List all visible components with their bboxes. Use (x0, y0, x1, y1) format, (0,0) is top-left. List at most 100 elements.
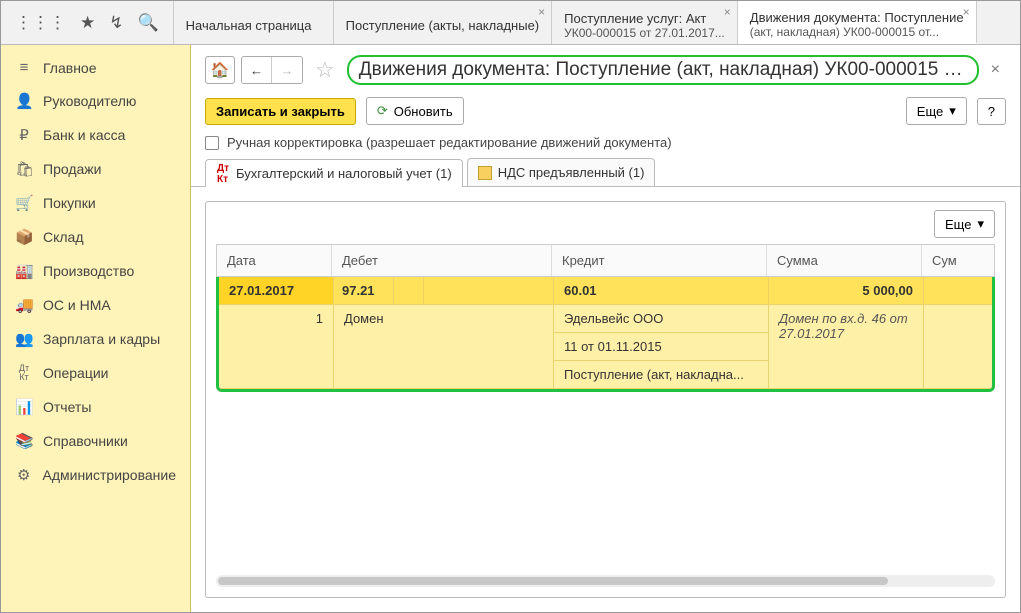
sidebar-item-label: Администрирование (43, 467, 177, 483)
save-close-button[interactable]: Записать и закрыть (205, 98, 356, 125)
scrollbar-thumb[interactable] (218, 577, 888, 585)
col-credit[interactable]: Кредит (552, 245, 767, 276)
cell-date: 27.01.2017 (219, 277, 334, 305)
credit-line3: Поступление (акт, накладна... (554, 361, 768, 388)
forward-button[interactable]: → (272, 57, 302, 83)
tab-label: Начальная страница (186, 18, 321, 34)
bag-icon: 🛍 (15, 160, 33, 178)
tab-sublabel: (акт, накладная) УК00-000015 от... (750, 25, 964, 39)
sidebar-item-label: Зарплата и кадры (43, 331, 160, 347)
cell-credit-desc: Эдельвейс ООО 11 от 01.11.2015 Поступлен… (554, 305, 769, 389)
sidebar-item-bank[interactable]: ₽ Банк и касса (1, 118, 190, 152)
help-button[interactable]: ? (977, 98, 1006, 125)
close-icon[interactable]: × (724, 5, 731, 19)
sidebar-item-label: Банк и касса (43, 127, 125, 143)
col-debet[interactable]: Дебет (332, 245, 552, 276)
people-icon: 👥 (15, 330, 33, 348)
tab-receipts[interactable]: Поступление (акты, накладные) × (334, 1, 552, 44)
sidebar-item-manager[interactable]: 👤 Руководителю (1, 84, 190, 118)
sidebar-item-label: Операции (43, 365, 109, 381)
cell-row-number: 1 (219, 305, 334, 389)
close-icon[interactable]: × (985, 61, 1006, 79)
sidebar-item-label: Руководителю (43, 93, 136, 109)
tab-label: Поступление (акты, накладные) (346, 18, 539, 34)
favorite-star-icon[interactable]: ★ (80, 13, 95, 33)
more-button[interactable]: Еще (906, 97, 967, 125)
refresh-button[interactable]: ⟳ Обновить (366, 97, 464, 125)
subtab-vat[interactable]: НДС предъявленный (1) (467, 158, 656, 186)
tab-label: Поступление услуг: Акт (564, 11, 725, 27)
sidebar-item-admin[interactable]: ⚙ Администрирование (1, 458, 190, 492)
sidebar-item-label: Главное (43, 60, 97, 76)
sidebar: ≡ Главное 👤 Руководителю ₽ Банк и касса … (1, 45, 191, 612)
factory-icon: 🏭 (15, 262, 33, 280)
tab-receipt-act[interactable]: Поступление услуг: Акт УК00-000015 от 27… (552, 1, 738, 44)
close-icon[interactable]: × (538, 5, 545, 19)
sidebar-item-label: Склад (43, 229, 84, 245)
table-row[interactable]: 27.01.2017 97.21 60.01 5 000,00 (219, 277, 992, 305)
horizontal-scrollbar[interactable] (216, 575, 995, 587)
sidebar-item-sales[interactable]: 🛍 Продажи (1, 152, 190, 186)
subtab-label: НДС предъявленный (1) (498, 165, 645, 180)
refresh-icon: ⟳ (377, 103, 388, 119)
menu-icon: ≡ (15, 59, 33, 76)
sidebar-item-production[interactable]: 🏭 Производство (1, 254, 190, 288)
sidebar-item-label: ОС и НМА (43, 297, 111, 313)
sidebar-item-label: Производство (43, 263, 134, 279)
chart-icon: 📊 (15, 398, 33, 416)
sidebar-item-label: Отчеты (43, 399, 91, 415)
grid-header: Дата Дебет Кредит Сумма Сум (216, 244, 995, 277)
credit-line2: 11 от 01.11.2015 (554, 333, 768, 361)
sidebar-item-purchases[interactable]: 🛒 Покупки (1, 186, 190, 220)
vat-icon (478, 166, 492, 180)
cell-credit-account: 60.01 (554, 277, 769, 305)
cart-icon: 🛒 (15, 194, 33, 212)
ruble-icon: ₽ (15, 126, 33, 144)
sidebar-item-directories[interactable]: 📚 Справочники (1, 424, 190, 458)
manual-correction-label: Ручная корректировка (разрешает редактир… (227, 135, 672, 150)
col-date[interactable]: Дата (217, 245, 332, 276)
close-icon[interactable]: × (963, 5, 970, 19)
grid-more-button[interactable]: Еще (934, 210, 995, 238)
books-icon: 📚 (15, 432, 33, 450)
cell-sum-desc: Домен по вх.д. 46 от 27.01.2017 (769, 305, 924, 389)
col-sum2[interactable]: Сум (922, 245, 994, 276)
manual-correction-checkbox[interactable] (205, 136, 219, 150)
back-button[interactable]: ← (242, 57, 272, 83)
tab-sublabel: УК00-000015 от 27.01.2017... (564, 26, 725, 40)
sidebar-item-main[interactable]: ≡ Главное (1, 51, 190, 84)
sidebar-item-salary[interactable]: 👥 Зарплата и кадры (1, 322, 190, 356)
search-icon[interactable]: 🔍 (138, 13, 159, 33)
sidebar-item-label: Покупки (43, 195, 96, 211)
subtab-accounting[interactable]: ДтКт Бухгалтерский и налоговый учет (1) (205, 159, 463, 187)
credit-line1: Эдельвейс ООО (554, 305, 768, 333)
tab-movements[interactable]: Движения документа: Поступление (акт, на… (738, 1, 977, 44)
tab-label: Движения документа: Поступление (750, 10, 964, 26)
link-icon[interactable]: ↯ (109, 13, 123, 33)
grid-body: 27.01.2017 97.21 60.01 5 000,00 (216, 277, 995, 392)
subtab-label: Бухгалтерский и налоговый учет (1) (236, 166, 452, 181)
sidebar-item-operations[interactable]: ДтКт Операции (1, 356, 190, 390)
sidebar-item-reports[interactable]: 📊 Отчеты (1, 390, 190, 424)
apps-icon[interactable]: ⋮⋮⋮ (15, 13, 66, 33)
cell-debet-account: 97.21 (334, 277, 394, 304)
col-sum[interactable]: Сумма (767, 245, 922, 276)
sidebar-item-warehouse[interactable]: 📦 Склад (1, 220, 190, 254)
refresh-label: Обновить (394, 104, 453, 119)
user-icon: 👤 (15, 92, 33, 110)
home-button[interactable]: 🏠 (205, 56, 235, 84)
cell-debet-desc: Домен (334, 305, 554, 389)
tab-home[interactable]: Начальная страница (174, 1, 334, 44)
sidebar-item-os-nma[interactable]: 🚚 ОС и НМА (1, 288, 190, 322)
dtkt-icon: ДтКт (15, 364, 33, 382)
cell-sum: 5 000,00 (769, 277, 924, 305)
sidebar-item-label: Справочники (43, 433, 128, 449)
gear-icon: ⚙ (15, 466, 33, 484)
box-icon: 📦 (15, 228, 33, 246)
table-row[interactable]: 1 Домен Эдельвейс ООО 11 от 01.11.2015 П… (219, 305, 992, 389)
favorite-toggle-icon[interactable]: ☆ (315, 57, 335, 83)
truck-icon: 🚚 (15, 296, 33, 314)
page-title: Движения документа: Поступление (акт, на… (347, 55, 979, 85)
dtkt-small-icon: ДтКт (216, 167, 230, 181)
sidebar-item-label: Продажи (43, 161, 101, 177)
